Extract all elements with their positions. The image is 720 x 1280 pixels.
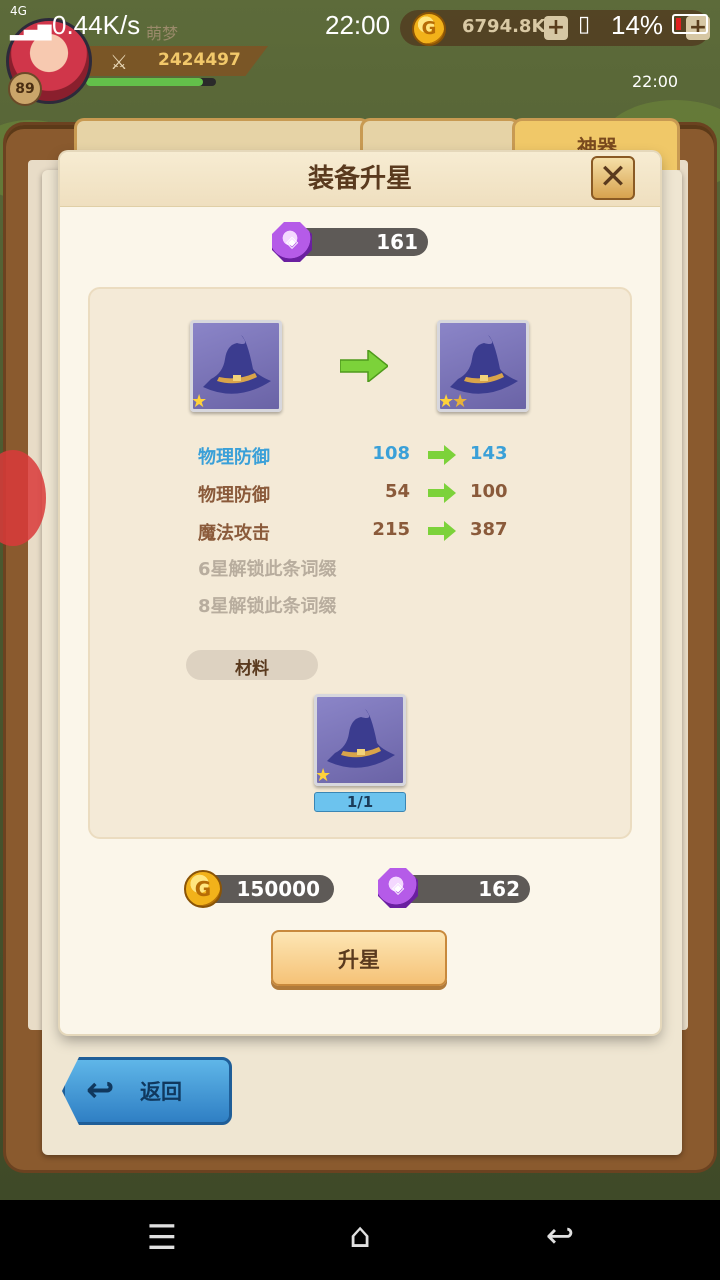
stat-label: 物理防御	[198, 447, 270, 468]
stat-arrow-icon	[428, 521, 456, 541]
xp-bar-fill	[86, 78, 203, 86]
stat-label: 物理防御	[198, 485, 270, 506]
upgrade-star-label: 升星	[338, 948, 380, 972]
network-speed: 0.44K/s	[52, 10, 141, 40]
wizard-hat-icon	[327, 709, 395, 768]
wizard-hat-icon	[203, 335, 271, 394]
stat-label: 魔法攻击	[198, 523, 270, 544]
locked-affix-8: 8星解锁此条词缀	[198, 596, 337, 617]
stat-old-value: 108	[372, 443, 410, 464]
item-before-slot[interactable]: ★	[190, 320, 282, 412]
status-bar: 4G ▂▄▆ 0.44K/s 22:00 ▯ 14%	[0, 0, 720, 50]
menu-icon[interactable]: ☰	[132, 1218, 192, 1258]
material-slot[interactable]: ★	[314, 694, 406, 786]
back-arrow-icon: ↩	[86, 1070, 115, 1110]
system-nav-bar: ☰ ⌂ ↩	[0, 1200, 720, 1280]
stat-new-value: 143	[470, 443, 508, 464]
stat-old-value: 54	[384, 481, 410, 502]
close-button[interactable]: ✕	[591, 156, 635, 200]
item-after-slot[interactable]: ★ ★	[437, 320, 529, 412]
xp-bar	[86, 78, 216, 86]
back-label: 返回	[140, 1080, 182, 1104]
battery-icon	[672, 14, 708, 34]
stat-arrow-icon	[428, 483, 456, 503]
gem-icon: ◈	[378, 868, 418, 908]
gem-icon: ◈	[272, 222, 312, 262]
upgrade-arrow-icon	[340, 350, 388, 382]
stat-arrow-icon	[428, 445, 456, 465]
hud-clock: 22:00	[632, 72, 679, 91]
stat-old-value: 215	[372, 519, 410, 540]
material-count: 1/1	[346, 793, 374, 811]
battery-percent: 14%	[611, 10, 664, 40]
player-level-badge: 89	[8, 72, 42, 106]
network-type: 4G	[10, 4, 27, 18]
swords-icon: ⚔	[110, 50, 128, 74]
star-icon: ★	[191, 391, 208, 412]
power-value: 2424497	[158, 50, 241, 70]
dialog-title: 装备升星	[307, 164, 412, 194]
star-icon: ★	[452, 391, 469, 412]
gold-coin-icon: G	[184, 870, 222, 908]
locked-affix-6: 6星解锁此条词缀	[198, 559, 337, 580]
stat-new-value: 387	[470, 519, 508, 540]
home-icon[interactable]: ⌂	[330, 1216, 390, 1256]
back-nav-icon[interactable]: ↩	[530, 1216, 590, 1256]
materials-label: 材料	[235, 659, 269, 679]
stat-new-value: 100	[470, 481, 508, 502]
sim-icon: ▯	[578, 12, 591, 37]
signal-icon: ▂▄▆	[10, 20, 52, 41]
star-icon: ★	[315, 765, 332, 786]
close-icon: ✕	[598, 157, 628, 197]
status-time: 22:00	[325, 10, 391, 40]
